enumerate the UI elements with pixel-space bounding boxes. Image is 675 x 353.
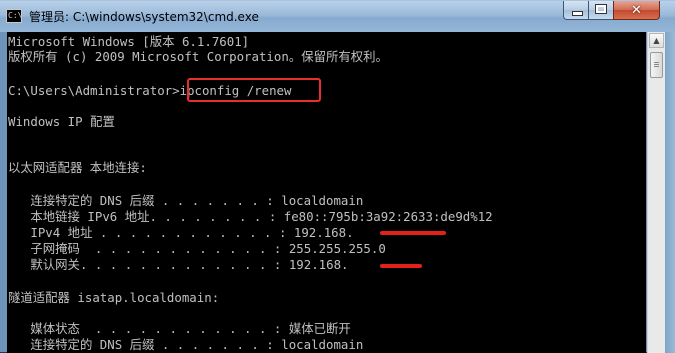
title-bar[interactable]: C:\ 管理员: C:\windows\system32\cmd.exe ✕ <box>0 1 675 32</box>
window-title: 管理员: C:\windows\system32\cmd.exe <box>29 10 259 24</box>
window-frame-right <box>665 32 675 353</box>
console-line: Microsoft Windows [版本 6.1.7601] <box>8 34 250 49</box>
grip-line <box>654 66 659 67</box>
close-icon: ✕ <box>631 3 642 18</box>
cmd-window: C:\ 管理员: C:\windows\system32\cmd.exe ✕ M… <box>0 0 675 353</box>
scrollbar-thumb[interactable] <box>650 52 663 78</box>
console-line: IPv4 地址 . . . . . . . . . . . . : 192.16… <box>8 225 354 240</box>
console-line: 默认网关. . . . . . . . . . . . . : 192.168. <box>8 257 349 272</box>
grip-line <box>654 64 659 65</box>
cmd-app-icon[interactable]: C:\ <box>6 9 22 23</box>
scroll-up-arrow-icon[interactable]: ▲ <box>649 33 664 48</box>
console-output[interactable]: Microsoft Windows [版本 6.1.7601] 版权所有 (c)… <box>7 32 646 353</box>
redaction-mark <box>380 264 422 268</box>
minimize-button[interactable] <box>563 1 589 20</box>
console-line: 本地链接 IPv6 地址. . . . . . . . : fe80::795b… <box>8 209 493 224</box>
console-line: 子网掩码 . . . . . . . . . . . . : 255.255.2… <box>8 241 386 256</box>
console-line: 媒体状态 . . . . . . . . . . . . : 媒体已断开 <box>8 321 351 336</box>
console-line: 连接特定的 DNS 后缀 . . . . . . . : localdomain <box>8 193 364 208</box>
close-button[interactable]: ✕ <box>613 1 660 20</box>
redaction-mark <box>380 231 446 235</box>
grip-line <box>654 62 659 63</box>
minimize-icon <box>572 11 583 16</box>
console-line: 隧道适配器 isatap.localdomain: <box>8 290 220 305</box>
console-line: 版权所有 (c) 2009 Microsoft Corporation。保留所有… <box>8 49 388 64</box>
console-line: 连接特定的 DNS 后缀 . . . . . . . : localdomain <box>8 337 364 352</box>
console-line: Windows IP 配置 <box>8 114 115 129</box>
maximize-icon <box>595 4 607 14</box>
maximize-button[interactable] <box>588 1 614 20</box>
vertical-scrollbar[interactable]: ▲ <box>647 32 665 353</box>
command-highlight-box <box>187 78 321 102</box>
console-line: 以太网适配器 本地连接: <box>8 160 147 175</box>
